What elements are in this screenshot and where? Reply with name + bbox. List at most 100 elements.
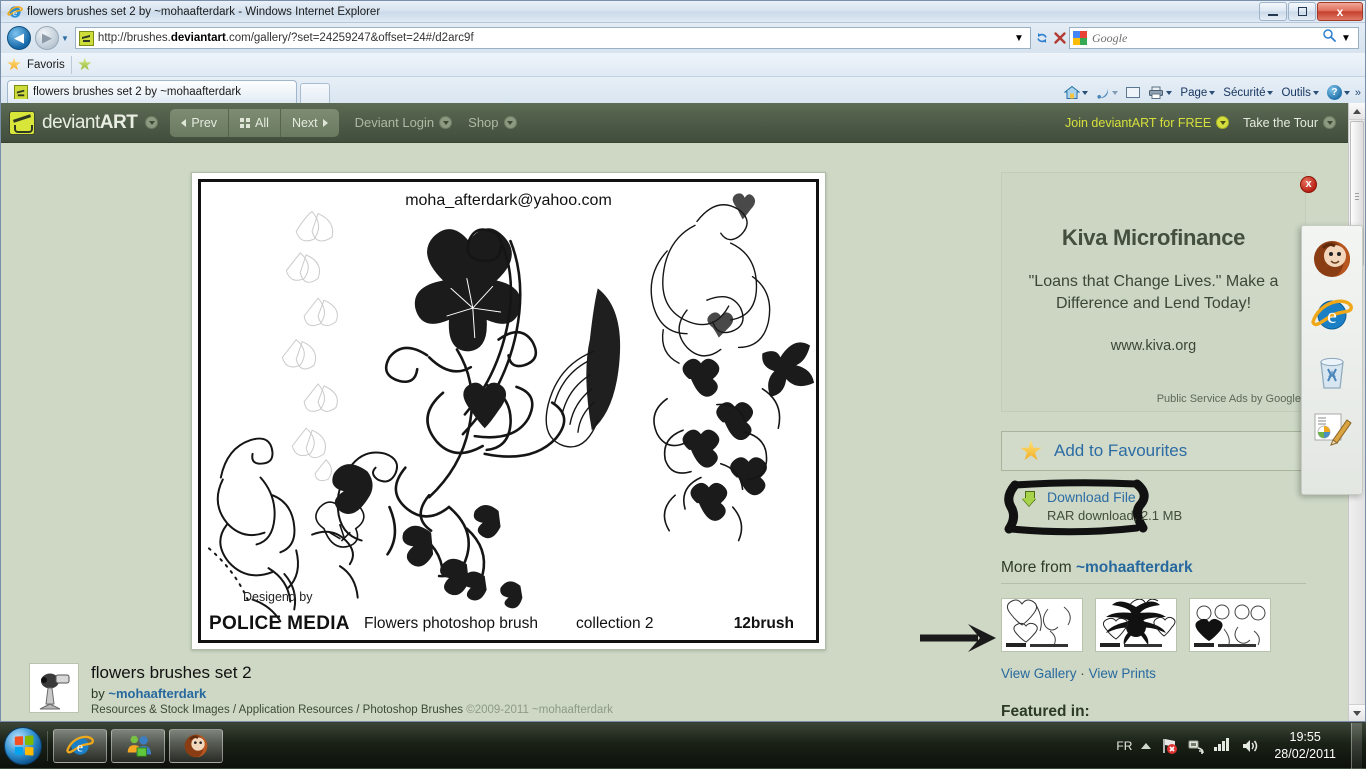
- internet-explorer-icon[interactable]: e: [1311, 294, 1353, 336]
- deviation-image: moha_afterdark@yahoo.com: [198, 179, 819, 643]
- address-bar[interactable]: http://brushes.deviantart.com/gallery/?s…: [75, 27, 1031, 49]
- shop-menu[interactable]: Shop: [468, 115, 516, 130]
- feeds-button[interactable]: [1093, 85, 1121, 101]
- overflow-button[interactable]: »: [1355, 87, 1361, 99]
- favorites-bar: Favoris: [1, 53, 1365, 77]
- chevron-down-icon: [1082, 91, 1088, 95]
- scroll-down-button[interactable]: [1349, 704, 1365, 721]
- deviantart-wordmark[interactable]: deviantART: [42, 112, 137, 134]
- download-arrow-icon: [1021, 491, 1037, 507]
- all-label: All: [255, 116, 269, 130]
- next-label: Next: [292, 116, 318, 130]
- brand-dropdown-icon[interactable]: [145, 116, 158, 129]
- join-free-link[interactable]: Join deviantART for FREE: [1065, 116, 1229, 130]
- taskbar-download-manager[interactable]: [169, 729, 223, 763]
- clock[interactable]: 19:55 28/02/2011: [1274, 729, 1336, 763]
- security-menu-label: Sécurité: [1223, 87, 1265, 99]
- volume-icon[interactable]: [1241, 737, 1259, 755]
- ad-url[interactable]: www.kiva.org: [1002, 338, 1305, 354]
- help-menu[interactable]: ?: [1324, 84, 1353, 101]
- scrollbar-grip: [1355, 191, 1359, 202]
- close-button[interactable]: x: [1317, 2, 1363, 21]
- page-menu-label: Page: [1180, 87, 1207, 99]
- web-page: deviantART Prev All Next: [1, 103, 1348, 721]
- deviantart-logo-icon[interactable]: [9, 111, 35, 135]
- svg-text:e: e: [1327, 303, 1337, 328]
- author-link[interactable]: ~mohaafterdark: [108, 686, 206, 701]
- home-button[interactable]: [1061, 84, 1091, 101]
- restore-button[interactable]: [1288, 2, 1316, 21]
- svg-text:e: e: [77, 740, 83, 755]
- advertisement[interactable]: Kiva Microfinance "Loans that Change Liv…: [1001, 172, 1306, 412]
- shop-label: Shop: [468, 115, 498, 130]
- prev-button[interactable]: Prev: [170, 109, 229, 137]
- tab-strip: flowers brushes set 2 by ~mohaafterdark: [1, 77, 1365, 103]
- forward-button[interactable]: ▶: [35, 26, 59, 50]
- view-gallery-link[interactable]: View Gallery: [1001, 666, 1077, 681]
- caret-right-icon: [323, 119, 328, 127]
- security-menu[interactable]: Sécurité: [1220, 86, 1276, 100]
- favorites-label[interactable]: Favoris: [27, 59, 65, 71]
- take-tour-link[interactable]: Take the Tour: [1243, 116, 1336, 130]
- add-to-favourites-button[interactable]: Add to Favourites: [1001, 431, 1306, 471]
- show-desktop-button[interactable]: [1351, 723, 1362, 769]
- back-button[interactable]: ◀: [7, 26, 31, 50]
- address-text: http://brushes.deviantart.com/gallery/?s…: [98, 32, 1010, 44]
- notepad-icon[interactable]: [1311, 406, 1353, 448]
- ad-body: "Loans that Change Lives." Make a Differ…: [1022, 271, 1285, 314]
- action-center-icon[interactable]: [1160, 737, 1178, 755]
- internet-explorer-icon: e: [7, 4, 23, 20]
- all-button[interactable]: All: [229, 109, 281, 137]
- divider: [47, 731, 48, 761]
- gallery-navigation: Prev All Next: [170, 109, 338, 137]
- window-controls: x: [1258, 2, 1363, 21]
- view-prints-link[interactable]: View Prints: [1089, 666, 1156, 681]
- show-hidden-icons-button[interactable]: [1141, 743, 1151, 749]
- ad-close-icon[interactable]: x: [1300, 176, 1317, 193]
- search-go-icon[interactable]: [1322, 28, 1337, 48]
- taskbar-internet-explorer[interactable]: e: [53, 729, 107, 763]
- new-tab-button[interactable]: [300, 83, 330, 103]
- avatar[interactable]: [29, 663, 79, 713]
- search-dropdown-icon[interactable]: ▼: [1337, 28, 1355, 48]
- mascot-icon[interactable]: [1311, 238, 1353, 280]
- thumbnail-2[interactable]: [1095, 598, 1177, 652]
- featured-in-heading: Featured in:: [1001, 703, 1306, 721]
- scroll-up-button[interactable]: [1349, 103, 1365, 120]
- thumbnail-1[interactable]: [1001, 598, 1083, 652]
- more-from-author-link[interactable]: ~mohaafterdark: [1076, 559, 1193, 576]
- favorites-star-icon[interactable]: [7, 58, 21, 72]
- minimize-button[interactable]: [1259, 2, 1287, 21]
- tools-menu[interactable]: Outils: [1278, 86, 1321, 100]
- language-indicator[interactable]: FR: [1116, 739, 1132, 753]
- tab-active[interactable]: flowers brushes set 2 by ~mohaafterdark: [7, 80, 297, 103]
- deviant-login-menu[interactable]: Deviant Login: [355, 115, 453, 130]
- page-viewport: deviantART Prev All Next: [1, 103, 1365, 721]
- add-favorite-icon[interactable]: [78, 58, 92, 72]
- feed-icon: [1096, 86, 1110, 100]
- thumbnail-3[interactable]: [1189, 598, 1271, 652]
- address-dropdown-icon[interactable]: ▼: [1010, 28, 1028, 48]
- windows-logo-icon: [14, 735, 33, 755]
- print-button[interactable]: [1145, 85, 1175, 100]
- download-file-button[interactable]: Download File RAR download, 2.1 MB: [1009, 483, 1206, 528]
- start-button[interactable]: [4, 727, 42, 765]
- deviation-image-frame[interactable]: moha_afterdark@yahoo.com: [191, 172, 826, 650]
- recent-pages-icon[interactable]: ▼: [61, 34, 69, 43]
- google-icon: [1073, 31, 1087, 45]
- caret-left-icon: [181, 119, 186, 127]
- artwork-subtitle: Flowers photoshop brush: [364, 615, 538, 633]
- breadcrumb[interactable]: Resources & Stock Images / Application R…: [91, 704, 613, 716]
- mail-button[interactable]: [1123, 86, 1143, 99]
- page-menu[interactable]: Page: [1177, 86, 1218, 100]
- refresh-button[interactable]: [1033, 28, 1051, 48]
- search-input[interactable]: Google ▼: [1069, 27, 1359, 49]
- signal-strength-icon[interactable]: [1214, 737, 1232, 755]
- next-button[interactable]: Next: [281, 109, 339, 137]
- stop-button[interactable]: [1051, 28, 1069, 48]
- network-icon[interactable]: [1187, 737, 1205, 755]
- star-icon: [1020, 440, 1042, 462]
- taskbar-messenger[interactable]: [111, 729, 165, 763]
- recycle-bin-icon[interactable]: [1311, 350, 1353, 392]
- grid-icon: [240, 118, 250, 128]
